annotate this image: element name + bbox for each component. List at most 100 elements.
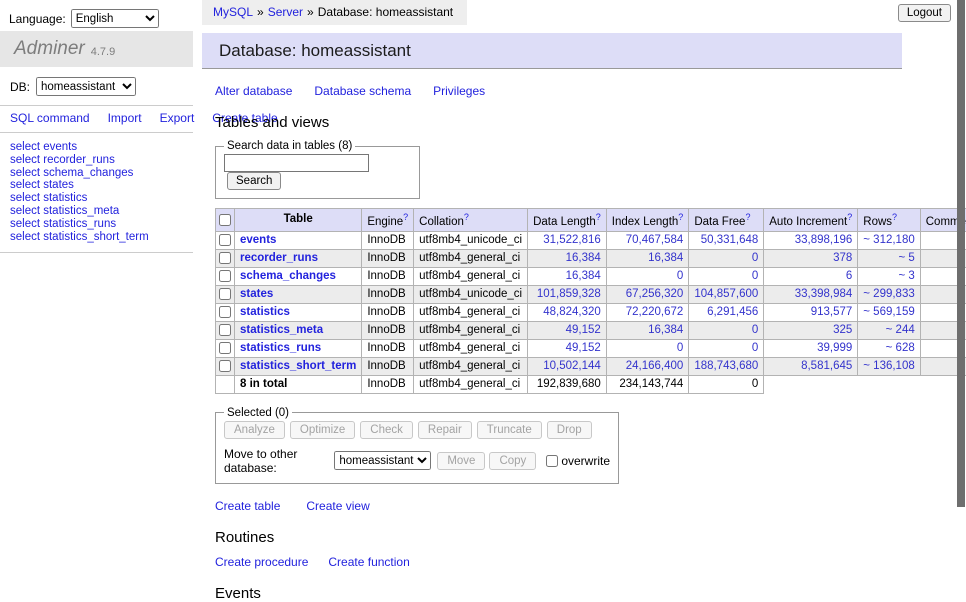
row-checkbox-states[interactable] — [219, 288, 231, 300]
cell-engine: InnoDB — [362, 267, 414, 285]
cell-data-length: 16,384 — [528, 267, 607, 285]
search-legend: Search data in tables (8) — [224, 140, 355, 152]
help-icon[interactable]: ? — [464, 212, 469, 222]
cell-collation: utf8mb4_general_ci — [414, 357, 528, 375]
sidebar-select-statistics[interactable]: select statistics — [10, 192, 193, 205]
drop-button[interactable]: Drop — [547, 421, 592, 439]
language-select[interactable]: English — [71, 9, 159, 28]
table-link-statistics-meta[interactable]: statistics_meta — [240, 324, 323, 336]
row-checkbox-cell — [216, 249, 235, 267]
search-input[interactable] — [224, 154, 369, 172]
cell-rows: ~ 136,108 — [858, 357, 920, 375]
move-button[interactable]: Move — [437, 452, 485, 470]
cell-data-length: 49,152 — [528, 321, 607, 339]
cell-table-name: recorder_runs — [235, 249, 362, 267]
total-data-length: 192,839,680 — [528, 375, 607, 393]
page-title-band: Database: homeassistant — [202, 33, 902, 69]
sidebar-link-sql-command[interactable]: SQL command — [10, 111, 90, 125]
help-icon[interactable]: ? — [847, 212, 852, 222]
help-icon[interactable]: ? — [745, 212, 750, 222]
routine-link-create-procedure[interactable]: Create procedure — [215, 555, 308, 569]
sidebar-select-schema-changes[interactable]: select schema_changes — [10, 167, 193, 180]
cell-collation: utf8mb4_unicode_ci — [414, 231, 528, 249]
cell-collation: utf8mb4_general_ci — [414, 249, 528, 267]
row-checkbox-events[interactable] — [219, 234, 231, 246]
cell-engine: InnoDB — [362, 339, 414, 357]
create-link-create-view[interactable]: Create view — [306, 499, 369, 513]
copy-button[interactable]: Copy — [489, 452, 536, 470]
total-data-free: 0 — [689, 375, 764, 393]
create-link-create-table[interactable]: Create table — [215, 499, 280, 513]
table-link-schema-changes[interactable]: schema_changes — [240, 270, 336, 282]
table-link-states[interactable]: states — [240, 288, 273, 300]
table-header-row: TableEngine?Collation?Data Length?Index … — [216, 209, 966, 232]
action-link-alter-database[interactable]: Alter database — [215, 84, 292, 98]
cell-index-length: 67,256,320 — [606, 285, 689, 303]
table-link-statistics-runs[interactable]: statistics_runs — [240, 342, 321, 354]
table-link-events[interactable]: events — [240, 234, 276, 246]
sidebar-link-export[interactable]: Export — [160, 111, 195, 125]
check-button[interactable]: Check — [360, 421, 413, 439]
cell-engine: InnoDB — [362, 303, 414, 321]
cell-engine: InnoDB — [362, 357, 414, 375]
logout-button[interactable]: Logout — [898, 4, 951, 22]
events-heading: Events — [215, 585, 966, 602]
optimize-button[interactable]: Optimize — [290, 421, 355, 439]
select-all-checkbox[interactable] — [219, 214, 231, 226]
cell-table-name: events — [235, 231, 362, 249]
row-checkbox-schema-changes[interactable] — [219, 270, 231, 282]
table-link-statistics-short-term[interactable]: statistics_short_term — [240, 360, 356, 372]
help-icon[interactable]: ? — [596, 212, 601, 222]
sidebar-select-statistics-runs[interactable]: select statistics_runs — [10, 218, 193, 231]
sidebar-select-statistics-short-term[interactable]: select statistics_short_term — [10, 231, 193, 244]
sidebar-select-events[interactable]: select events — [10, 141, 193, 154]
total-label: 8 in total — [235, 375, 362, 393]
row-checkbox-recorder-runs[interactable] — [219, 252, 231, 264]
table-link-recorder-runs[interactable]: recorder_runs — [240, 252, 318, 264]
vertical-scrollbar[interactable] — [957, 0, 965, 507]
select-all-cell — [216, 209, 235, 232]
help-icon[interactable]: ? — [403, 212, 408, 222]
overwrite-checkbox[interactable] — [546, 455, 558, 467]
breadcrumb-link-mysql[interactable]: MySQL — [213, 5, 253, 19]
cell-data-free: 0 — [689, 267, 764, 285]
cell-rows: ~ 312,180 — [858, 231, 920, 249]
row-checkbox-statistics[interactable] — [219, 306, 231, 318]
cell-data-length: 31,522,816 — [528, 231, 607, 249]
column-header-collation: Collation? — [414, 209, 528, 232]
help-icon[interactable]: ? — [678, 212, 683, 222]
action-link-database-schema[interactable]: Database schema — [314, 84, 411, 98]
analyze-button[interactable]: Analyze — [224, 421, 285, 439]
row-checkbox-statistics-short-term[interactable] — [219, 360, 231, 372]
cell-index-length: 72,220,672 — [606, 303, 689, 321]
database-action-links: Alter database Database schema Privileges — [215, 84, 966, 98]
cell-rows: ~ 299,833 — [858, 285, 920, 303]
move-db-select[interactable]: homeassistant — [334, 451, 431, 470]
column-header-index-length: Index Length? — [606, 209, 689, 232]
sidebar-select-recorder-runs[interactable]: select recorder_runs — [10, 154, 193, 167]
search-button[interactable]: Search — [227, 172, 281, 190]
language-label: Language: — [9, 12, 66, 26]
db-select[interactable]: homeassistant — [36, 77, 136, 96]
row-checkbox-statistics-meta[interactable] — [219, 324, 231, 336]
sidebar-select-states[interactable]: select states — [10, 179, 193, 192]
cell-auto-increment: 325 — [764, 321, 858, 339]
cell-auto-increment: 8,581,645 — [764, 357, 858, 375]
cell-collation: utf8mb4_unicode_ci — [414, 285, 528, 303]
table-link-statistics[interactable]: statistics — [240, 306, 290, 318]
cell-table-name: statistics — [235, 303, 362, 321]
action-link-privileges[interactable]: Privileges — [433, 84, 485, 98]
repair-button[interactable]: Repair — [418, 421, 472, 439]
help-icon[interactable]: ? — [892, 212, 897, 222]
row-checkbox-statistics-runs[interactable] — [219, 342, 231, 354]
app-version: 4.7.9 — [91, 41, 115, 58]
column-header-rows: Rows? — [858, 209, 920, 232]
sidebar-select-statistics-meta[interactable]: select statistics_meta — [10, 205, 193, 218]
cell-rows: ~ 628 — [858, 339, 920, 357]
truncate-button[interactable]: Truncate — [477, 421, 542, 439]
routine-link-create-function[interactable]: Create function — [328, 555, 409, 569]
page-title: Database: homeassistant — [219, 41, 411, 61]
sidebar-link-import[interactable]: Import — [108, 111, 142, 125]
cell-table-name: statistics_meta — [235, 321, 362, 339]
breadcrumb-link-server[interactable]: Server — [268, 5, 303, 19]
